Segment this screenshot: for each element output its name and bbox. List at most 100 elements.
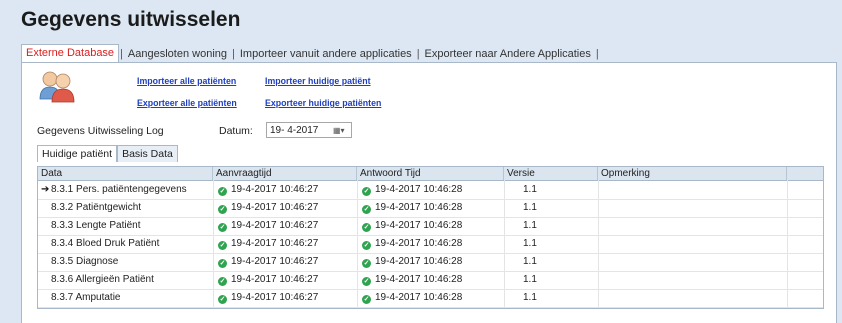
column-header-versie[interactable]: Versie — [504, 167, 598, 180]
check-circle-icon: ✓ — [362, 241, 371, 250]
cell-aanvraagtijd: ✓ 19-4-2017 10:46:27 — [218, 181, 357, 199]
subtab-huidige-patient[interactable]: Huidige patiënt — [37, 145, 118, 162]
check-circle-icon: ✓ — [218, 259, 227, 268]
cell-antwoord-tijd: ✓ 19-4-2017 10:46:28 — [362, 271, 504, 289]
date-picker[interactable]: 19- 4-2017 ▦▾ — [266, 122, 352, 138]
check-circle-icon: ✓ — [362, 223, 371, 232]
arrow-right-icon: ➔ — [41, 184, 50, 195]
cell-versie: 1.1 — [523, 184, 537, 195]
cell-aanvraagtijd-text: 19-4-2017 10:46:27 — [231, 274, 319, 285]
cell-opmerking — [601, 181, 787, 199]
cell-antwoord-tijd-text: 19-4-2017 10:46:28 — [375, 292, 463, 303]
check-circle-icon: ✓ — [218, 187, 227, 196]
table-row[interactable]: ➔ 8.3.1 Pers. patiëntengegevens ✓ 19-4-2017… — [38, 181, 823, 200]
check-circle-icon: ✓ — [362, 187, 371, 196]
table-row[interactable]: 8.3.7 Amputatie ✓ 19-4-2017 10:46:27 ✓ 19-4-… — [38, 289, 823, 308]
table-row[interactable]: 8.3.6 Allergieën Patiënt ✓ 19-4-2017 10:46… — [38, 271, 823, 290]
cell-versie: 1.1 — [523, 202, 537, 213]
cell-opmerking — [601, 235, 787, 253]
import-current-patient-link[interactable]: Importeer huidige patiënt — [265, 76, 371, 86]
cell-antwoord-tijd: ✓ 19-4-2017 10:46:28 — [362, 199, 504, 217]
cell-aanvraagtijd: ✓ 19-4-2017 10:46:27 — [218, 253, 357, 271]
cell-antwoord-tijd-text: 19-4-2017 10:46:28 — [375, 238, 463, 249]
tab-aangesloten-woning[interactable]: Aangesloten woning — [124, 46, 231, 62]
export-current-patients-link[interactable]: Exporteer huidige patiënten — [265, 98, 381, 108]
cell-antwoord-tijd: ✓ 19-4-2017 10:46:28 — [362, 181, 504, 199]
column-header-opmerking[interactable]: Opmerking — [598, 167, 787, 180]
cell-data: ➔ 8.3.1 Pers. patiëntengegevens — [41, 181, 213, 199]
check-circle-icon: ✓ — [218, 205, 227, 214]
cell-aanvraagtijd-text: 19-4-2017 10:46:27 — [231, 238, 319, 249]
check-circle-icon: ✓ — [362, 259, 371, 268]
cell-data: 8.3.2 Patiëntgewicht — [41, 199, 213, 217]
tab-externe-database[interactable]: Externe Database — [21, 44, 120, 62]
cell-antwoord-tijd-text: 19-4-2017 10:46:28 — [375, 220, 463, 231]
cell-aanvraagtijd: ✓ 19-4-2017 10:46:27 — [218, 217, 357, 235]
import-all-patients-link[interactable]: Importeer alle patiënten — [137, 76, 236, 86]
cell-opmerking — [601, 199, 787, 217]
check-circle-icon: ✓ — [362, 277, 371, 286]
cell-aanvraagtijd: ✓ 19-4-2017 10:46:27 — [218, 289, 357, 307]
tab-separator: | — [595, 48, 599, 60]
check-circle-icon: ✓ — [218, 277, 227, 286]
check-circle-icon: ✓ — [218, 241, 227, 250]
check-circle-icon: ✓ — [218, 223, 227, 232]
cell-versie: 1.1 — [523, 274, 537, 285]
cell-aanvraagtijd-text: 19-4-2017 10:46:27 — [231, 184, 319, 195]
cell-antwoord-tijd-text: 19-4-2017 10:46:28 — [375, 184, 463, 195]
sub-tabs: Huidige patiënt Basis Data — [37, 145, 178, 162]
cell-versie: 1.1 — [523, 256, 537, 267]
export-all-patients-link[interactable]: Exporteer alle patiënten — [137, 98, 237, 108]
tab-exporteer[interactable]: Exporteer naar Andere Applicaties — [421, 46, 595, 62]
cell-data-text: 8.3.2 Patiëntgewicht — [51, 202, 142, 213]
main-tabs: Externe Database | Aangesloten woning | … — [21, 44, 600, 62]
tab-panel: Importeer alle patiënten Importeer huidi… — [21, 62, 837, 323]
check-circle-icon: ✓ — [362, 295, 371, 304]
cell-opmerking — [601, 289, 787, 307]
log-label: Gegevens Uitwisseling Log — [37, 125, 164, 137]
table-row[interactable]: 8.3.5 Diagnose ✓ 19-4-2017 10:46:27 ✓ 19-4-2… — [38, 253, 823, 272]
cell-antwoord-tijd-text: 19-4-2017 10:46:28 — [375, 256, 463, 267]
cell-aanvraagtijd-text: 19-4-2017 10:46:27 — [231, 220, 319, 231]
tab-importeer[interactable]: Importeer vanuit andere applicaties — [236, 46, 416, 62]
cell-aanvraagtijd-text: 19-4-2017 10:46:27 — [231, 202, 319, 213]
page-title: Gegevens uitwisselen — [21, 8, 241, 31]
column-header-aanvraagtijd[interactable]: Aanvraagtijd — [213, 167, 357, 180]
users-icon — [39, 71, 75, 103]
cell-antwoord-tijd: ✓ 19-4-2017 10:46:28 — [362, 253, 504, 271]
cell-data: 8.3.3 Lengte Patiënt — [41, 217, 213, 235]
column-header-data[interactable]: Data — [38, 167, 213, 180]
column-header-antwoord-tijd[interactable]: Antwoord Tijd — [357, 167, 504, 180]
cell-opmerking — [601, 253, 787, 271]
cell-opmerking — [601, 271, 787, 289]
cell-aanvraagtijd-text: 19-4-2017 10:46:27 — [231, 292, 319, 303]
cell-aanvraagtijd: ✓ 19-4-2017 10:46:27 — [218, 199, 357, 217]
cell-data-text: 8.3.3 Lengte Patiënt — [51, 220, 141, 231]
cell-versie: 1.1 — [523, 220, 537, 231]
date-label: Datum: — [219, 125, 253, 137]
cell-aanvraagtijd: ✓ 19-4-2017 10:46:27 — [218, 235, 357, 253]
cell-aanvraagtijd: ✓ 19-4-2017 10:46:27 — [218, 271, 357, 289]
cell-data: 8.3.4 Bloed Druk Patiënt — [41, 235, 213, 253]
cell-data: 8.3.6 Allergieën Patiënt — [41, 271, 213, 289]
cell-data-text: 8.3.1 Pers. patiëntengegevens — [51, 184, 187, 195]
cell-antwoord-tijd: ✓ 19-4-2017 10:46:28 — [362, 235, 504, 253]
cell-versie: 1.1 — [523, 238, 537, 249]
cell-opmerking — [601, 217, 787, 235]
cell-antwoord-tijd-text: 19-4-2017 10:46:28 — [375, 274, 463, 285]
table-row[interactable]: 8.3.4 Bloed Druk Patiënt ✓ 19-4-2017 10:46… — [38, 235, 823, 254]
calendar-icon[interactable]: ▦▾ — [333, 125, 349, 136]
cell-antwoord-tijd: ✓ 19-4-2017 10:46:28 — [362, 289, 504, 307]
check-circle-icon: ✓ — [218, 295, 227, 304]
cell-data-text: 8.3.5 Diagnose — [51, 256, 119, 267]
table-row[interactable]: 8.3.3 Lengte Patiënt ✓ 19-4-2017 10:46:27 ✓… — [38, 217, 823, 236]
cell-data: 8.3.5 Diagnose — [41, 253, 213, 271]
table-header: Data Aanvraagtijd Antwoord Tijd Versie O… — [38, 167, 823, 181]
date-value: 19- 4-2017 — [270, 125, 319, 136]
table-row[interactable]: 8.3.2 Patiëntgewicht ✓ 19-4-2017 10:46:27 ✓… — [38, 199, 823, 218]
cell-antwoord-tijd: ✓ 19-4-2017 10:46:28 — [362, 217, 504, 235]
cell-antwoord-tijd-text: 19-4-2017 10:46:28 — [375, 202, 463, 213]
subtab-basis-data[interactable]: Basis Data — [117, 145, 178, 162]
cell-data-text: 8.3.7 Amputatie — [51, 292, 121, 303]
cell-data-text: 8.3.4 Bloed Druk Patiënt — [51, 238, 160, 249]
